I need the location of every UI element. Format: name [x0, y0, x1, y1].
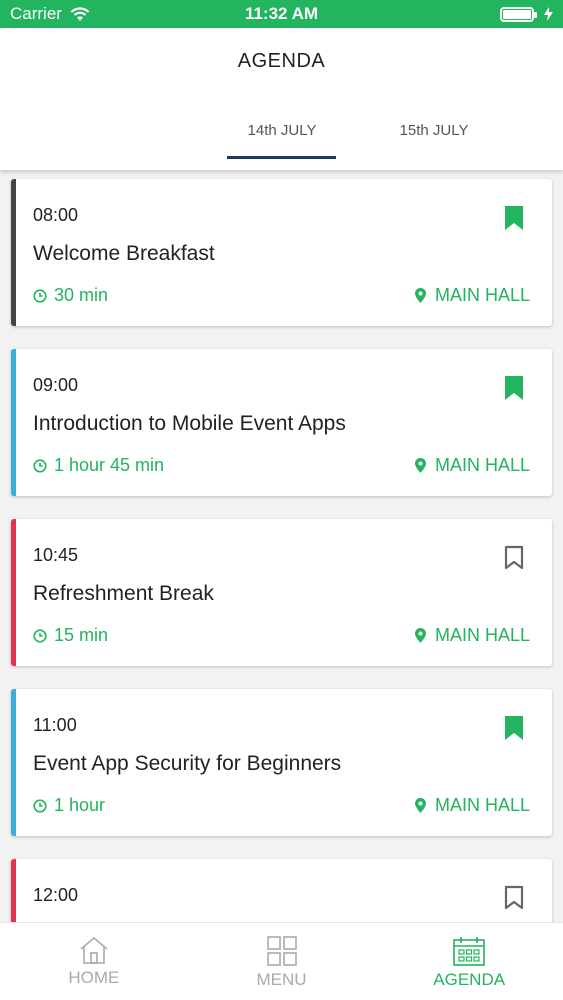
duration-label: 1 hour — [54, 795, 106, 815]
card-accent-bar — [11, 519, 16, 666]
tab-14th-july[interactable]: 14th JULY — [227, 122, 337, 139]
charging-icon — [544, 7, 553, 21]
status-bar: Carrier 11:32 AM — [0, 0, 563, 28]
tab-bar-label: MENU — [256, 970, 307, 989]
card-accent-bar — [11, 349, 16, 496]
session-location: MAIN HALL — [414, 625, 530, 646]
status-right — [500, 6, 553, 22]
agenda-list[interactable]: 08:00 Welcome Breakfast 30 min MAIN HALL… — [0, 170, 563, 922]
session-duration: 1 hour — [33, 795, 105, 816]
duration-label: 15 min — [54, 625, 109, 645]
location-label: MAIN HALL — [434, 285, 530, 305]
clock-icon — [33, 288, 47, 303]
session-duration: 15 min — [33, 625, 108, 646]
location-pin-icon — [414, 628, 426, 643]
tab-bar-label: AGENDA — [433, 970, 506, 989]
tab-bar-agenda[interactable]: AGENDA — [375, 923, 563, 1000]
location-pin-icon — [414, 458, 426, 473]
bookmark-outline-icon[interactable] — [504, 545, 524, 571]
home-icon — [80, 936, 108, 964]
session-location: MAIN HALL — [414, 455, 530, 476]
duration-label: 30 min — [54, 285, 109, 305]
wifi-icon — [70, 6, 90, 21]
clock-icon — [33, 798, 47, 813]
card-accent-bar — [11, 859, 16, 922]
bookmark-filled-icon[interactable] — [504, 205, 524, 231]
bookmark-outline-icon[interactable] — [504, 885, 524, 911]
page-title: AGENDA — [237, 50, 326, 72]
status-left: Carrier — [10, 4, 90, 24]
session-time: 12:00 — [33, 885, 79, 905]
session-title: Refreshment Break — [33, 582, 214, 605]
session-duration: 30 min — [33, 285, 108, 306]
session-duration: 1 hour 45 min — [33, 455, 164, 476]
clock-icon — [33, 628, 47, 643]
agenda-card[interactable]: 12:00 — [11, 859, 552, 922]
header: AGENDA 14th JULY 15th JULY — [0, 28, 563, 170]
agenda-card[interactable]: 10:45 Refreshment Break 15 min MAIN HALL — [11, 519, 552, 666]
tab-15th-july[interactable]: 15th JULY — [379, 122, 489, 139]
agenda-card[interactable]: 08:00 Welcome Breakfast 30 min MAIN HALL — [11, 179, 552, 326]
agenda-card[interactable]: 09:00 Introduction to Mobile Event Apps … — [11, 349, 552, 496]
card-accent-bar — [11, 179, 16, 326]
session-title: Welcome Breakfast — [33, 242, 215, 265]
session-location: MAIN HALL — [414, 795, 530, 816]
carrier-label: Carrier — [10, 4, 62, 23]
location-label: MAIN HALL — [434, 455, 530, 475]
grid-icon — [266, 936, 297, 966]
session-location: MAIN HALL — [414, 285, 530, 306]
duration-label: 1 hour 45 min — [54, 455, 165, 475]
location-label: MAIN HALL — [434, 795, 530, 815]
session-time: 08:00 — [33, 205, 79, 225]
session-title: Introduction to Mobile Event Apps — [33, 412, 346, 435]
location-label: MAIN HALL — [434, 625, 530, 645]
bookmark-filled-icon[interactable] — [504, 375, 524, 401]
agenda-card[interactable]: 11:00 Event App Security for Beginners 1… — [11, 689, 552, 836]
location-pin-icon — [414, 798, 426, 813]
calendar-icon — [453, 937, 485, 966]
session-title: Event App Security for Beginners — [33, 752, 342, 775]
bottom-tab-bar: HOME MENU AGENDA — [0, 922, 563, 1000]
tab-bar-label: HOME — [68, 968, 120, 987]
card-accent-bar — [11, 689, 16, 836]
clock-icon — [33, 458, 47, 473]
tab-bar-menu[interactable]: MENU — [188, 923, 376, 1000]
active-tab-indicator — [227, 156, 336, 159]
location-pin-icon — [414, 288, 426, 303]
session-time: 10:45 — [33, 545, 79, 565]
battery-icon — [500, 6, 537, 22]
session-time: 09:00 — [33, 375, 79, 395]
session-time: 11:00 — [33, 715, 77, 735]
tab-bar-home[interactable]: HOME — [0, 923, 188, 1000]
bookmark-filled-icon[interactable] — [504, 715, 524, 741]
